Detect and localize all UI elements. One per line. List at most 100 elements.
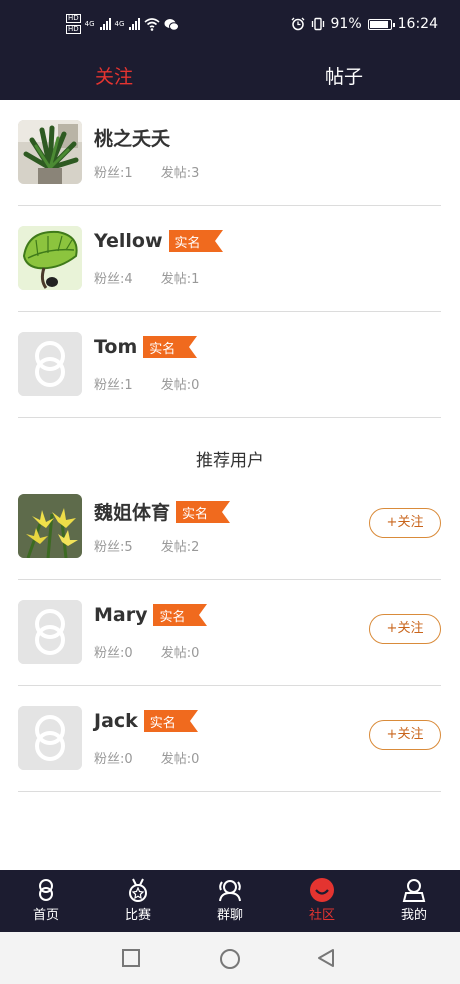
verified-badge-label: 实名	[159, 610, 186, 625]
follow-button[interactable]: +关注	[369, 508, 441, 538]
network-type: 4G	[114, 19, 125, 28]
top-tab-bar: 关注 帖子	[0, 52, 460, 100]
status-bar: HD HD 4G 4G 91% 16:24	[0, 0, 460, 52]
network-type: 4G	[84, 19, 95, 28]
nav-label: 比赛	[124, 908, 151, 923]
user-stats: 粉丝:4 发帖:1	[94, 268, 223, 287]
list-item[interactable]: 魏姐体育 实名 粉丝:5 发帖:2 +关注	[18, 474, 441, 580]
wechat-icon	[164, 18, 180, 31]
battery-icon	[367, 18, 395, 30]
posts-count: 发帖:0	[160, 378, 200, 393]
nav-item-profile[interactable]: 我的	[384, 878, 444, 923]
user-name-row: Yellow 实名	[94, 230, 223, 252]
fans-count: 粉丝:0	[94, 646, 133, 661]
nav-label: 群聊	[216, 908, 243, 923]
default-avatar-icon	[18, 600, 82, 664]
battery-percent: 91%	[330, 16, 362, 32]
user-stats: 粉丝:1 发帖:0	[94, 374, 223, 393]
lily-photo	[18, 494, 82, 558]
user-name: 魏姐体育	[94, 502, 171, 524]
posts-count: 发帖:1	[160, 272, 200, 287]
verified-badge: 实名	[176, 500, 231, 523]
verified-badge: 实名	[153, 604, 208, 626]
default-avatar-icon	[18, 706, 82, 770]
posts-count: 发帖:0	[160, 646, 200, 661]
verified-badge-label: 实名	[149, 342, 176, 357]
clock: 16:24	[397, 16, 438, 32]
fans-count: 粉丝:0	[94, 752, 133, 767]
user-name: Mary	[94, 604, 148, 626]
list-item[interactable]: Tom 实名 粉丝:1 发帖:0	[18, 312, 441, 418]
posts-count: 发帖:2	[160, 540, 200, 555]
profile-icon	[402, 879, 426, 902]
list-item[interactable]: Jack 实名 粉丝:0 发帖:0 +关注	[18, 686, 441, 792]
bottom-nav: 首页 比赛 群聊 社区 我的	[0, 870, 460, 932]
user-stats: 粉丝:1 发帖:3	[94, 162, 223, 181]
user-name-row: Tom 实名	[94, 336, 198, 358]
verified-badge: 实名	[168, 230, 223, 252]
wifi-icon	[144, 17, 160, 31]
avatar	[18, 120, 82, 184]
user-name: 桃之夭夭	[94, 128, 171, 150]
leaf-photo	[18, 226, 82, 290]
nav-item-community[interactable]: 社区	[292, 878, 352, 923]
recents-button[interactable]	[121, 948, 141, 968]
tab-follow[interactable]: 关注	[95, 62, 133, 89]
default-avatar-icon	[18, 332, 82, 396]
back-button[interactable]	[316, 948, 336, 968]
home-button[interactable]	[219, 948, 241, 970]
nav-item-home[interactable]: 首页	[16, 878, 76, 923]
fans-count: 粉丝:5	[94, 540, 133, 555]
list-item[interactable]: 桃之夭夭 粉丝:1 发帖:3	[18, 100, 441, 206]
vibrate-icon	[311, 17, 324, 31]
user-name-row: 魏姐体育 实名	[94, 498, 231, 525]
plant-photo	[18, 120, 82, 184]
avatar	[18, 600, 82, 664]
status-right: 91% 16:24	[291, 16, 438, 32]
user-name-row: Jack 实名	[94, 710, 198, 732]
nav-item-group-chat[interactable]: 群聊	[200, 878, 260, 923]
signal-icon	[99, 18, 111, 30]
user-name: Jack	[94, 710, 138, 732]
hd-badge: HD	[66, 25, 81, 34]
system-nav-bar	[0, 932, 460, 984]
user-stats: 粉丝:0 发帖:0	[94, 642, 223, 661]
avatar	[18, 706, 82, 770]
user-name: Tom	[94, 336, 138, 358]
follow-button[interactable]: +关注	[369, 614, 441, 644]
fans-count: 粉丝:1	[94, 166, 133, 181]
verified-badge-label: 实名	[182, 506, 209, 522]
nav-label: 社区	[308, 908, 335, 923]
list-item[interactable]: Yellow 实名 粉丝:4 发帖:1	[18, 206, 441, 312]
medal-icon	[129, 878, 147, 902]
nav-item-match[interactable]: 比赛	[108, 878, 168, 923]
posts-count: 发帖:0	[160, 752, 200, 767]
list-item[interactable]: Mary 实名 粉丝:0 发帖:0 +关注	[18, 580, 441, 686]
tab-posts[interactable]: 帖子	[325, 62, 363, 89]
alarm-icon	[291, 17, 304, 31]
user-stats: 粉丝:0 发帖:0	[94, 748, 223, 767]
nav-label: 首页	[32, 908, 59, 923]
nav-label: 我的	[400, 908, 427, 923]
community-icon	[310, 878, 334, 902]
hd-badge: HD	[66, 14, 81, 23]
recommend-heading: 推荐用户	[196, 451, 264, 471]
signal-icon	[129, 18, 141, 30]
user-name-row: 桃之夭夭	[94, 124, 170, 151]
group-chat-icon	[219, 880, 241, 902]
avatar	[18, 332, 82, 396]
avatar	[18, 494, 82, 558]
verified-badge-label: 实名	[149, 716, 176, 731]
user-name: Yellow	[94, 230, 163, 252]
posts-count: 发帖:3	[160, 166, 200, 181]
fans-count: 粉丝:1	[94, 378, 133, 393]
signal-indicators: HD HD 4G 4G	[66, 14, 180, 34]
follow-button[interactable]: +关注	[369, 720, 441, 750]
hd-badges: HD HD	[66, 14, 81, 34]
home-icon	[39, 879, 53, 901]
avatar	[18, 226, 82, 290]
user-stats: 粉丝:5 发帖:2	[94, 536, 223, 555]
verified-badge-label: 实名	[174, 236, 201, 251]
fans-count: 粉丝:4	[94, 272, 133, 287]
user-name-row: Mary 实名	[94, 604, 208, 626]
